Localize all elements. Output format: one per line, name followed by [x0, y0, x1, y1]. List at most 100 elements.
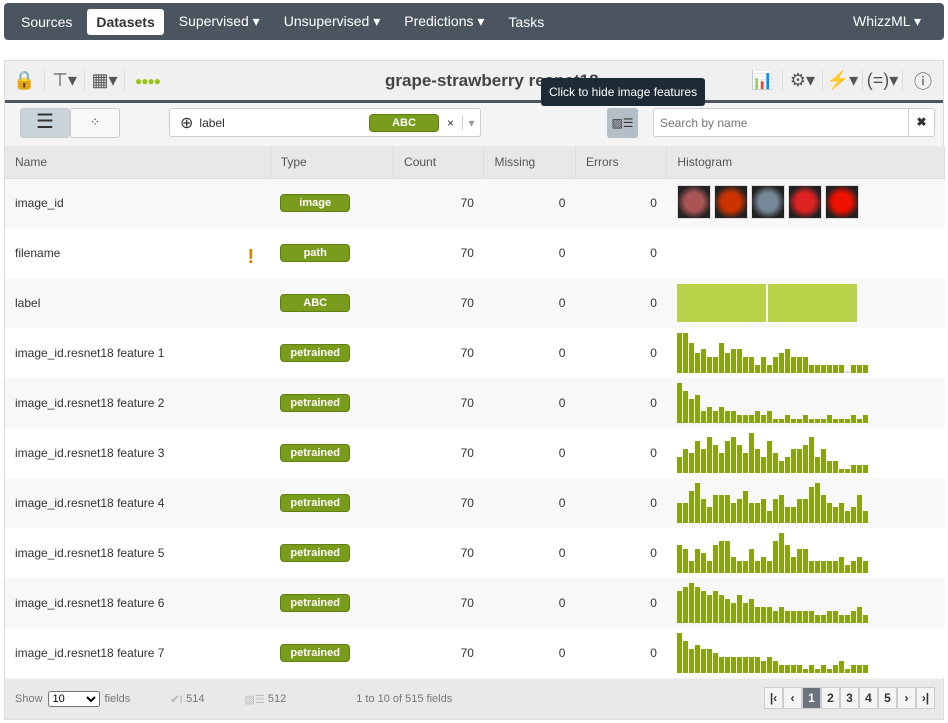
gears-icon[interactable]: ⚙▾ — [783, 70, 823, 91]
histogram-bar[interactable] — [718, 453, 724, 473]
histogram-bar[interactable] — [790, 419, 796, 423]
table-row[interactable]: image_id.resnet18 feature 2 petrained 70 0 0 — [5, 378, 945, 428]
histogram-bar[interactable] — [814, 615, 820, 623]
histogram-bar[interactable] — [820, 419, 826, 423]
histogram-bar[interactable] — [778, 353, 784, 373]
histogram-bar[interactable] — [844, 469, 850, 473]
histogram-bar[interactable] — [790, 449, 796, 473]
histogram-bar[interactable] — [688, 343, 694, 373]
histogram-bar[interactable] — [700, 553, 706, 573]
histogram-bar[interactable] — [826, 365, 832, 373]
histogram-bar[interactable] — [802, 499, 808, 523]
histogram-bar[interactable] — [784, 545, 790, 573]
histogram-bar[interactable] — [856, 495, 862, 523]
histogram-bar[interactable] — [832, 611, 838, 623]
histogram-bar[interactable] — [838, 419, 844, 423]
field-name[interactable]: image_id.resnet18 feature 7 — [15, 646, 164, 660]
histogram-bar[interactable] — [760, 557, 766, 573]
histogram-bar[interactable] — [724, 541, 730, 573]
histogram-bar[interactable] — [820, 561, 826, 573]
histogram-bar[interactable] — [760, 357, 766, 373]
histogram-bar[interactable] — [682, 391, 688, 423]
histogram-bar[interactable] — [808, 487, 814, 523]
histogram-bar[interactable] — [676, 503, 682, 523]
histogram-bar[interactable] — [748, 503, 754, 523]
histogram-bar[interactable] — [802, 669, 808, 673]
histogram-bar[interactable] — [832, 365, 838, 373]
histogram-bar[interactable] — [718, 343, 724, 373]
histogram-bar[interactable] — [706, 595, 712, 623]
histogram-bar[interactable] — [784, 349, 790, 373]
histogram-bar[interactable] — [856, 665, 862, 673]
histogram-cell[interactable] — [666, 478, 945, 528]
histogram-bar[interactable] — [754, 503, 760, 523]
histogram-bar[interactable] — [766, 365, 772, 373]
histogram-bar[interactable] — [814, 419, 820, 423]
histogram-bar[interactable] — [730, 657, 736, 673]
histogram-bar[interactable] — [676, 333, 682, 373]
histogram-bar[interactable] — [736, 349, 742, 373]
histogram-bar[interactable] — [712, 495, 718, 523]
histogram-bar[interactable] — [844, 419, 850, 423]
lock-icon[interactable]: 🔒 — [5, 70, 45, 91]
histogram-bar[interactable] — [772, 611, 778, 623]
histogram-bar[interactable] — [832, 461, 838, 473]
histogram-bar[interactable] — [862, 615, 868, 623]
category-bar[interactable] — [676, 284, 766, 322]
histogram-bar[interactable] — [730, 437, 736, 473]
page-button[interactable]: 2 — [821, 687, 840, 709]
histogram-bar[interactable] — [736, 595, 742, 623]
histogram-bar[interactable] — [814, 483, 820, 523]
table-row[interactable]: filename! path 70 0 0 — [5, 228, 945, 278]
histogram-bar[interactable] — [700, 591, 706, 623]
histogram-bar[interactable] — [724, 353, 730, 373]
histogram-cell[interactable] — [666, 528, 945, 578]
histogram-bar[interactable] — [826, 503, 832, 523]
histogram-bar[interactable] — [808, 437, 814, 473]
histogram-bar[interactable] — [808, 665, 814, 673]
histogram-bar[interactable] — [838, 365, 844, 373]
histogram-bar[interactable] — [778, 607, 784, 623]
histogram-bar[interactable] — [760, 661, 766, 673]
histogram-bar[interactable] — [718, 407, 724, 423]
histogram-bar[interactable] — [700, 411, 706, 423]
field-name[interactable]: image_id.resnet18 feature 2 — [15, 396, 164, 410]
table-row[interactable]: image_id.resnet18 feature 7 petrained 70 0 0 — [5, 628, 945, 678]
page-button[interactable]: 5 — [878, 687, 897, 709]
list-view-button[interactable]: ☰ — [20, 108, 70, 138]
histogram-bar[interactable] — [856, 465, 862, 473]
histogram-bar[interactable] — [700, 649, 706, 673]
histogram-bar[interactable] — [790, 357, 796, 373]
histogram-bar[interactable] — [820, 495, 826, 523]
histogram-bar[interactable] — [724, 441, 730, 473]
page-button[interactable]: 4 — [859, 687, 878, 709]
histogram-bar[interactable] — [676, 457, 682, 473]
clear-icon[interactable]: × — [447, 116, 454, 130]
histogram-bar[interactable] — [694, 645, 700, 673]
histogram-bar[interactable] — [718, 541, 724, 573]
histogram-bar[interactable] — [712, 357, 718, 373]
histogram-bar[interactable] — [802, 549, 808, 573]
histogram-bar[interactable] — [706, 407, 712, 423]
nav-item[interactable]: Datasets — [87, 8, 164, 35]
histogram-bar[interactable] — [850, 415, 856, 423]
objective-select[interactable]: ⊕ label ABC × ▾ — [169, 108, 481, 137]
histogram-bar[interactable] — [730, 349, 736, 373]
histogram-bar[interactable] — [856, 365, 862, 373]
histogram-bar[interactable] — [694, 441, 700, 473]
histogram-bar[interactable] — [844, 669, 850, 673]
histogram-bar[interactable] — [850, 507, 856, 523]
histogram-bar[interactable] — [724, 495, 730, 523]
histogram-bar[interactable] — [784, 507, 790, 523]
histogram-bar[interactable] — [694, 549, 700, 573]
histogram-bar[interactable] — [766, 561, 772, 573]
table-row[interactable]: label ABC 70 0 0 — [5, 278, 945, 328]
table-row[interactable]: image_id.resnet18 feature 6 petrained 70 0 0 — [5, 578, 945, 628]
histogram-bar[interactable] — [682, 549, 688, 573]
histogram-bar[interactable] — [712, 411, 718, 423]
page-button[interactable]: 3 — [840, 687, 859, 709]
histogram-bar[interactable] — [754, 607, 760, 623]
histogram-bar[interactable] — [832, 419, 838, 423]
histogram-bar[interactable] — [736, 657, 742, 673]
histogram-bar[interactable] — [862, 415, 868, 423]
